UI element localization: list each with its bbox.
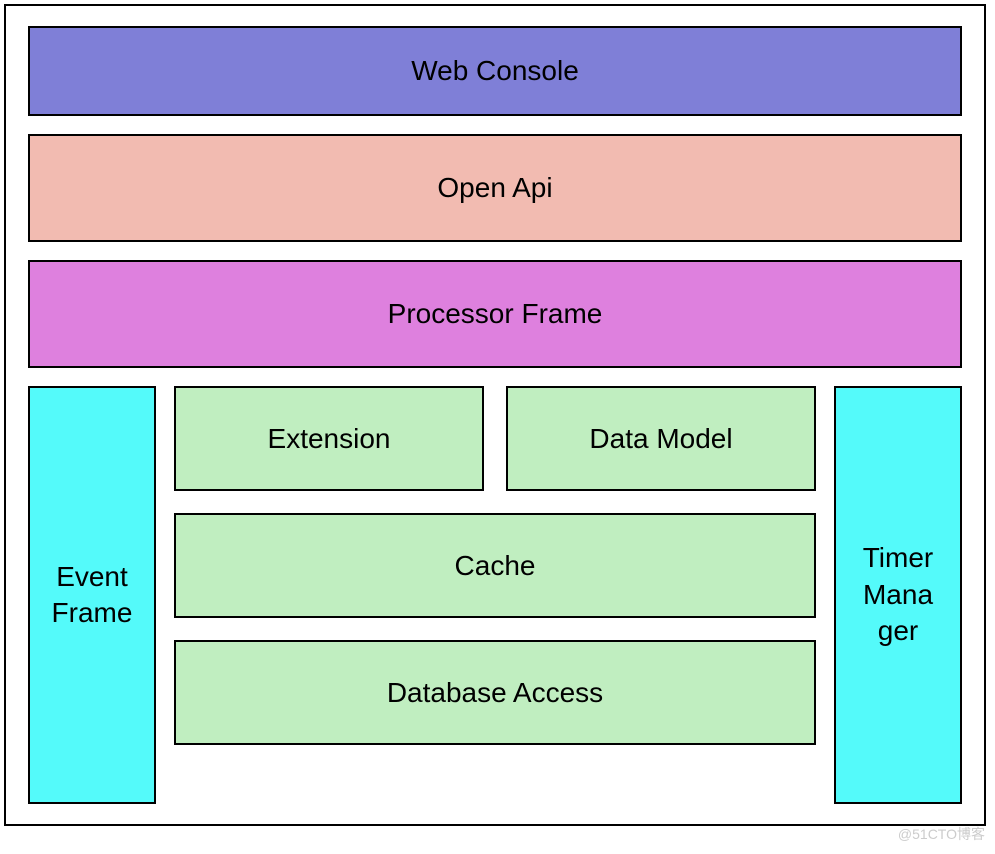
processor-frame-layer: Processor Frame [28, 260, 962, 368]
timer-manager-label: Timer Mana ger [844, 540, 952, 649]
processor-frame-label: Processor Frame [388, 298, 603, 330]
cache-box: Cache [174, 513, 816, 618]
open-api-layer: Open Api [28, 134, 962, 242]
open-api-label: Open Api [437, 172, 552, 204]
web-console-label: Web Console [411, 55, 579, 87]
database-access-box: Database Access [174, 640, 816, 745]
watermark: @51CTO博客 [898, 824, 985, 844]
architecture-diagram: Web Console Open Api Processor Frame Eve… [4, 4, 986, 826]
lower-section: Event Frame Extension Data Model Cache D… [28, 386, 962, 804]
event-frame-box: Event Frame [28, 386, 156, 804]
middle-column: Extension Data Model Cache Database Acce… [174, 386, 816, 804]
extension-box: Extension [174, 386, 484, 491]
event-frame-label: Event Frame [38, 559, 146, 632]
watermark-text: @51CTO博客 [898, 826, 985, 842]
web-console-layer: Web Console [28, 26, 962, 116]
extension-label: Extension [268, 423, 391, 455]
cache-label: Cache [455, 550, 536, 582]
data-model-label: Data Model [589, 423, 732, 455]
extension-data-model-row: Extension Data Model [174, 386, 816, 491]
data-model-box: Data Model [506, 386, 816, 491]
timer-manager-box: Timer Mana ger [834, 386, 962, 804]
database-access-label: Database Access [387, 677, 603, 709]
